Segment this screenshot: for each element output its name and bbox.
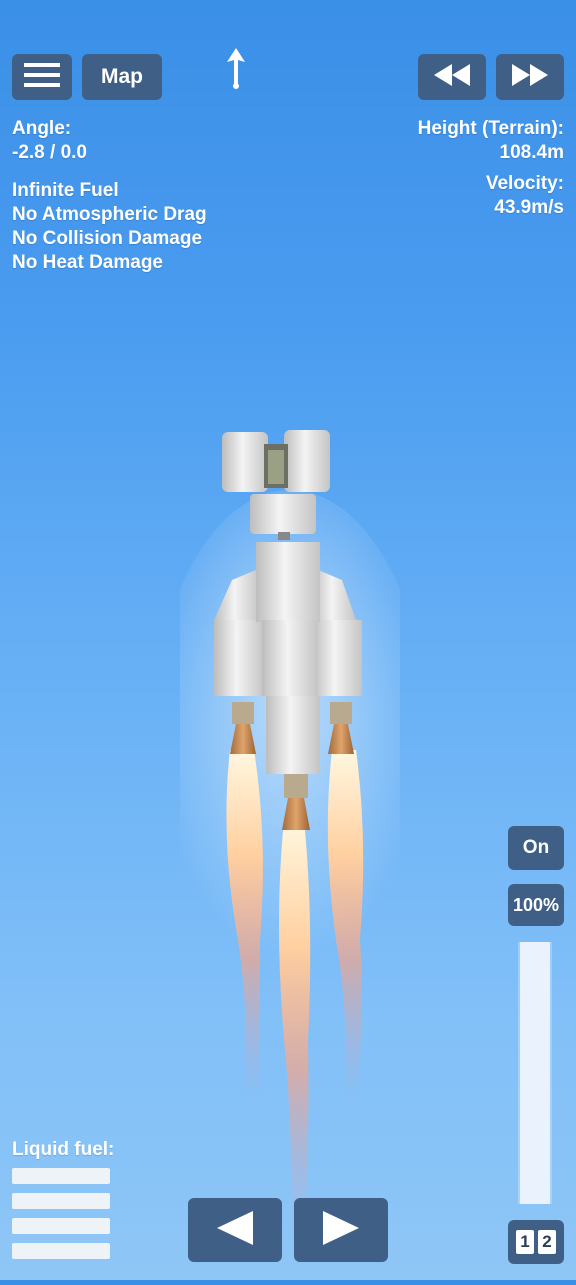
fuel-bar	[12, 1218, 110, 1234]
hamburger-icon	[24, 62, 60, 93]
stage-button[interactable]: 1 2	[508, 1220, 564, 1264]
cheat-no-collision: No Collision Damage	[12, 228, 203, 249]
cheat-no-heat: No Heat Damage	[12, 252, 163, 273]
throttle-fill	[520, 942, 550, 1204]
arrow-left-icon	[213, 1209, 257, 1252]
fuel-bar	[12, 1193, 110, 1209]
angle-label: Angle:	[12, 118, 72, 139]
rocket	[150, 420, 430, 1280]
fuel-bar	[12, 1243, 110, 1259]
cheat-infinite-fuel: Infinite Fuel	[12, 180, 119, 201]
velocity-label: Velocity:	[485, 173, 564, 194]
fast-forward-button[interactable]	[496, 54, 564, 100]
stage-1-label: 1	[516, 1230, 534, 1254]
height-value: 108.4m	[499, 142, 564, 163]
velocity-value: 43.9m/s	[494, 197, 564, 218]
arrow-right-icon	[319, 1209, 363, 1252]
rotate-left-button[interactable]	[188, 1198, 282, 1262]
fuel-label: Liquid fuel:	[12, 1139, 115, 1160]
arrow-up-icon	[224, 46, 248, 90]
height-label: Height (Terrain):	[417, 118, 564, 139]
map-button[interactable]: Map	[82, 54, 162, 100]
rewind-icon	[432, 62, 472, 93]
angle-value: -2.8 / 0.0	[12, 142, 87, 163]
rotate-right-button[interactable]	[294, 1198, 388, 1262]
throttle-slider[interactable]	[518, 942, 552, 1204]
fast-forward-icon	[510, 62, 550, 93]
cheat-no-drag: No Atmospheric Drag	[12, 204, 207, 225]
fuel-bar	[12, 1168, 110, 1184]
menu-button[interactable]	[12, 54, 72, 100]
engine-toggle-button[interactable]: On	[508, 826, 564, 870]
stage-2-label: 2	[538, 1230, 556, 1254]
rewind-button[interactable]	[418, 54, 486, 100]
throttle-value: 100%	[508, 884, 564, 926]
